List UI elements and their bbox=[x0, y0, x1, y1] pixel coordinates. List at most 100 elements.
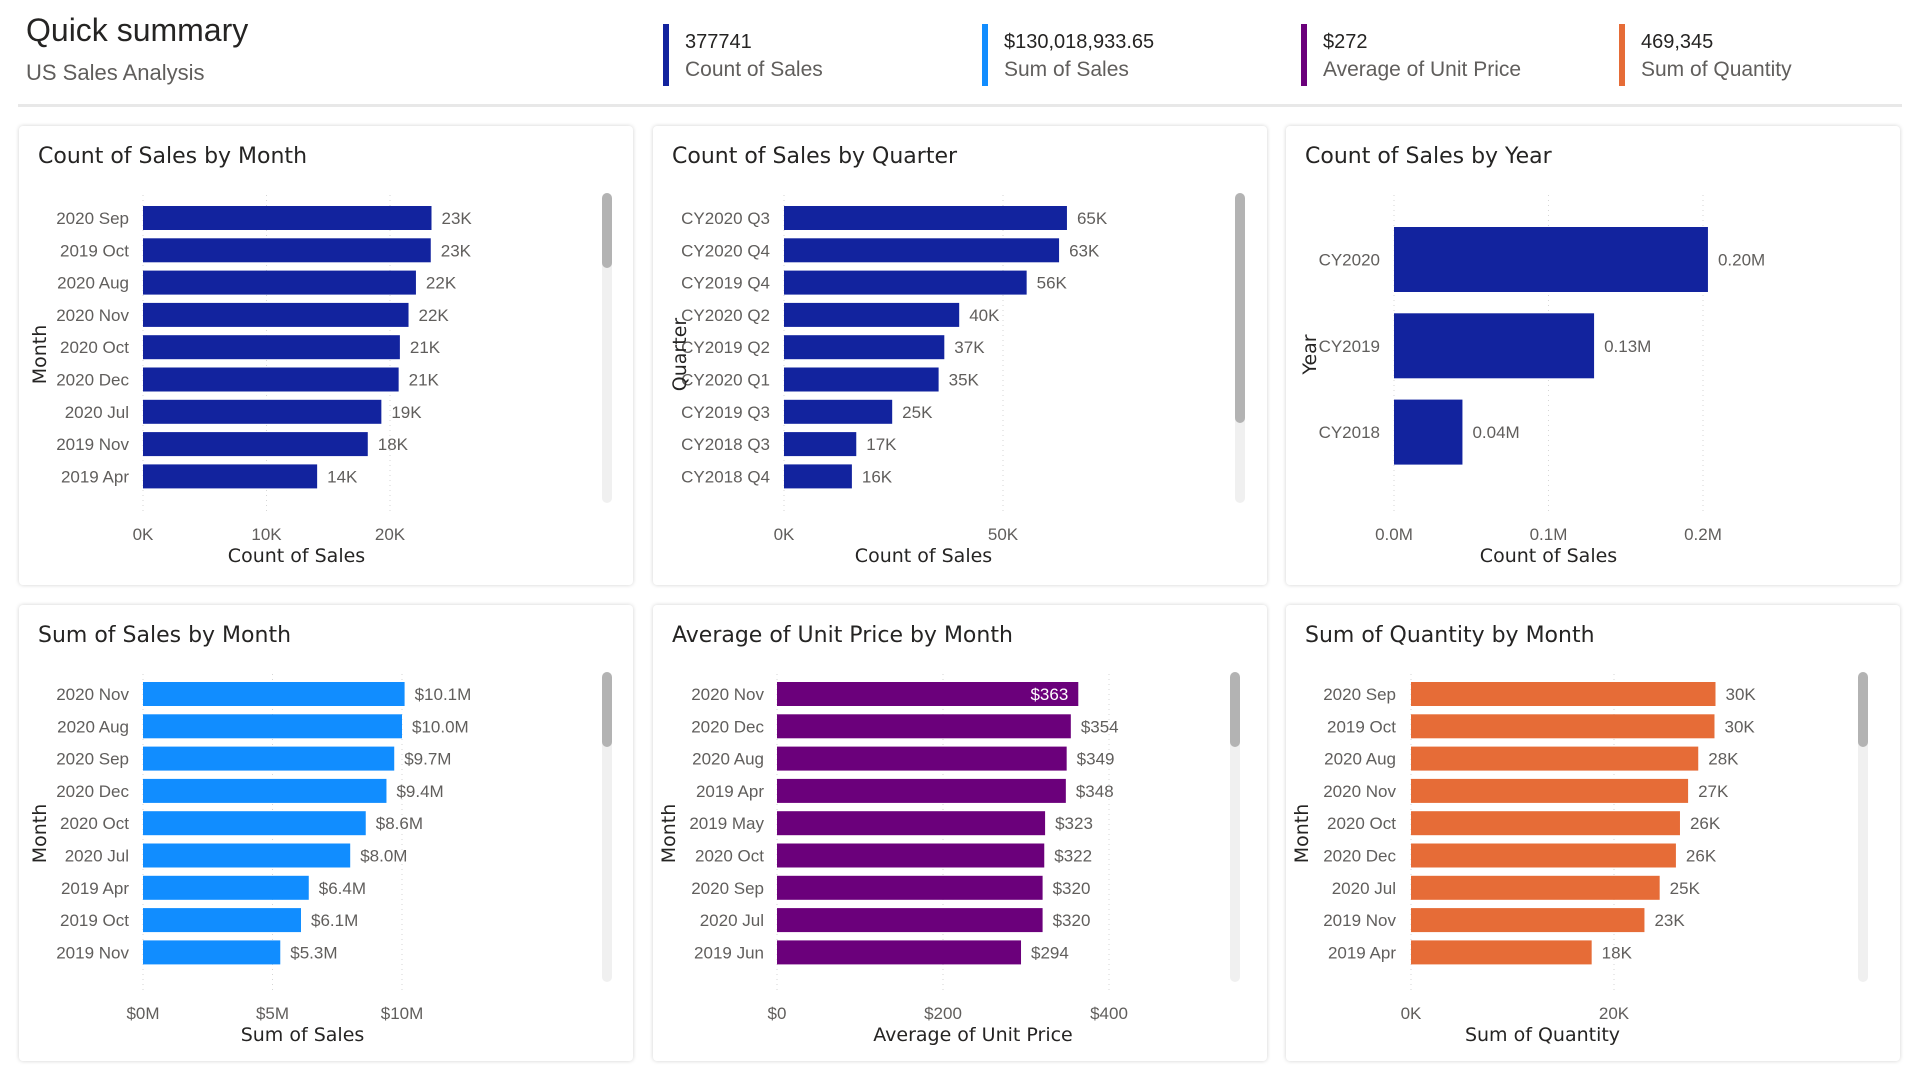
bar-chart: 0.0M 0.1M 0.2M CY2020 0.20M CY2019 0.13M CY2018… bbox=[1299, 195, 1765, 567]
y-axis-title: Month bbox=[29, 325, 51, 385]
data-label: $9.7M bbox=[404, 750, 451, 769]
bar[interactable] bbox=[1394, 399, 1463, 465]
bar[interactable] bbox=[143, 206, 432, 230]
category-label: CY2019 Q2 bbox=[681, 338, 770, 357]
bar[interactable] bbox=[143, 940, 281, 965]
chart-panel-count-by-quarter[interactable]: Count of Sales by Quarter 0K 50K CY2020 Q3… bbox=[653, 126, 1267, 585]
kpi-card-sum-of-quantity[interactable]: 469,345 Sum of Quantity bbox=[1619, 24, 1792, 86]
data-label: 28K bbox=[1708, 750, 1739, 769]
scrollbar-thumb[interactable] bbox=[602, 672, 612, 747]
data-label: 30K bbox=[1724, 717, 1755, 736]
chart-panel-count-by-year[interactable]: Count of Sales by Year 0.0M 0.1M 0.2M CY202… bbox=[1286, 126, 1900, 585]
x-axis-title: Count of Sales bbox=[1480, 545, 1617, 567]
category-label: 2019 Apr bbox=[696, 782, 764, 801]
category-label: 2020 Dec bbox=[56, 782, 129, 801]
bar[interactable] bbox=[777, 940, 1022, 965]
bar[interactable] bbox=[1411, 875, 1660, 900]
bar[interactable] bbox=[143, 778, 387, 803]
bar[interactable] bbox=[1411, 746, 1699, 771]
page-subtitle: US Sales Analysis bbox=[26, 60, 205, 85]
chart-panel-quantity-by-month[interactable]: Sum of Quantity by Month 0K 20K 2020 Sep 30… bbox=[1286, 605, 1900, 1061]
category-label: 2019 Nov bbox=[56, 435, 129, 454]
bar[interactable] bbox=[784, 206, 1067, 230]
x-axis-title: Count of Sales bbox=[855, 545, 992, 567]
bar[interactable] bbox=[784, 302, 960, 327]
bar[interactable] bbox=[143, 908, 301, 933]
bar[interactable] bbox=[143, 302, 409, 327]
bar[interactable] bbox=[143, 714, 402, 739]
bar[interactable] bbox=[1394, 313, 1595, 379]
category-label: 2019 Oct bbox=[1327, 717, 1396, 736]
bar[interactable] bbox=[777, 778, 1066, 803]
data-label: 21K bbox=[409, 371, 440, 390]
data-label: $322 bbox=[1054, 847, 1092, 866]
bar[interactable] bbox=[777, 908, 1043, 933]
bar[interactable] bbox=[143, 399, 382, 424]
category-label: 2020 Nov bbox=[56, 685, 129, 704]
bar[interactable] bbox=[784, 270, 1027, 295]
bar[interactable] bbox=[143, 238, 431, 263]
bar[interactable] bbox=[143, 682, 405, 706]
bar[interactable] bbox=[784, 464, 852, 489]
bar[interactable] bbox=[1411, 682, 1716, 706]
bar[interactable] bbox=[143, 843, 351, 868]
bar[interactable] bbox=[1411, 843, 1676, 868]
bar[interactable] bbox=[143, 746, 395, 771]
category-label: 2020 Sep bbox=[56, 750, 129, 769]
category-label: 2019 Jun bbox=[694, 943, 764, 962]
category-label: 2020 Nov bbox=[1323, 782, 1396, 801]
bar[interactable] bbox=[784, 399, 893, 424]
bar[interactable] bbox=[143, 875, 309, 900]
bar[interactable] bbox=[784, 238, 1060, 263]
header-divider bbox=[18, 104, 1902, 107]
category-label: CY2020 Q1 bbox=[681, 371, 770, 390]
bar[interactable] bbox=[1411, 714, 1715, 739]
bar[interactable] bbox=[1411, 940, 1592, 965]
scrollbar-thumb[interactable] bbox=[1235, 193, 1245, 423]
kpi-accent-bar bbox=[1301, 24, 1307, 86]
bar[interactable] bbox=[777, 746, 1067, 771]
category-label: 2020 Sep bbox=[1323, 685, 1396, 704]
kpi-card-count-of-sales[interactable]: 377741 Count of Sales bbox=[663, 24, 823, 86]
data-label: 16K bbox=[862, 467, 893, 486]
x-tick-label: 0.2M bbox=[1684, 525, 1722, 544]
bar[interactable] bbox=[784, 367, 939, 392]
bar[interactable] bbox=[143, 432, 368, 457]
bar[interactable] bbox=[143, 270, 416, 295]
category-label: 2020 Dec bbox=[1323, 847, 1396, 866]
bar[interactable] bbox=[784, 335, 945, 360]
bar[interactable] bbox=[777, 875, 1043, 900]
kpi-card-sum-of-sales[interactable]: $130,018,933.65 Sum of Sales bbox=[982, 24, 1154, 86]
y-axis-title: Month bbox=[29, 804, 51, 864]
bar[interactable] bbox=[777, 714, 1071, 739]
chart-panel-count-by-month[interactable]: Count of Sales by Month 0K 10K 20K 2020 Sep… bbox=[19, 126, 633, 585]
chart-panel-sales-by-month[interactable]: Sum of Sales by Month $0M $5M $10M 2020 Nov… bbox=[19, 605, 633, 1061]
scrollbar-thumb[interactable] bbox=[602, 193, 612, 268]
bar[interactable] bbox=[784, 432, 857, 457]
bar[interactable] bbox=[1411, 778, 1689, 803]
bar[interactable] bbox=[1394, 227, 1708, 292]
data-label: $8.6M bbox=[376, 814, 423, 833]
category-label: CY2019 Q3 bbox=[681, 403, 770, 422]
data-label: 25K bbox=[1670, 879, 1701, 898]
data-label: 22K bbox=[419, 306, 450, 325]
bar[interactable] bbox=[143, 367, 399, 392]
bar[interactable] bbox=[777, 843, 1045, 868]
kpi-accent-bar bbox=[982, 24, 988, 86]
scrollbar-thumb[interactable] bbox=[1858, 672, 1868, 747]
bar[interactable] bbox=[143, 811, 366, 836]
page-title: Quick summary bbox=[26, 12, 249, 48]
x-axis-title: Sum of Sales bbox=[241, 1024, 365, 1046]
data-label: 40K bbox=[969, 306, 1000, 325]
bar[interactable] bbox=[143, 464, 318, 489]
bar[interactable] bbox=[143, 335, 400, 360]
category-label: 2020 Jul bbox=[65, 403, 129, 422]
kpi-label: Sum of Sales bbox=[1004, 58, 1129, 81]
bar[interactable] bbox=[1411, 908, 1645, 933]
kpi-card-average-unit-price[interactable]: $272 Average of Unit Price bbox=[1301, 24, 1521, 86]
scrollbar-thumb[interactable] bbox=[1230, 672, 1240, 747]
bar[interactable] bbox=[777, 811, 1046, 836]
category-label: 2020 Aug bbox=[57, 717, 129, 736]
bar[interactable] bbox=[1411, 811, 1680, 836]
chart-panel-unit-price-by-month[interactable]: Average of Unit Price by Month $0 $200 $40… bbox=[653, 605, 1267, 1061]
